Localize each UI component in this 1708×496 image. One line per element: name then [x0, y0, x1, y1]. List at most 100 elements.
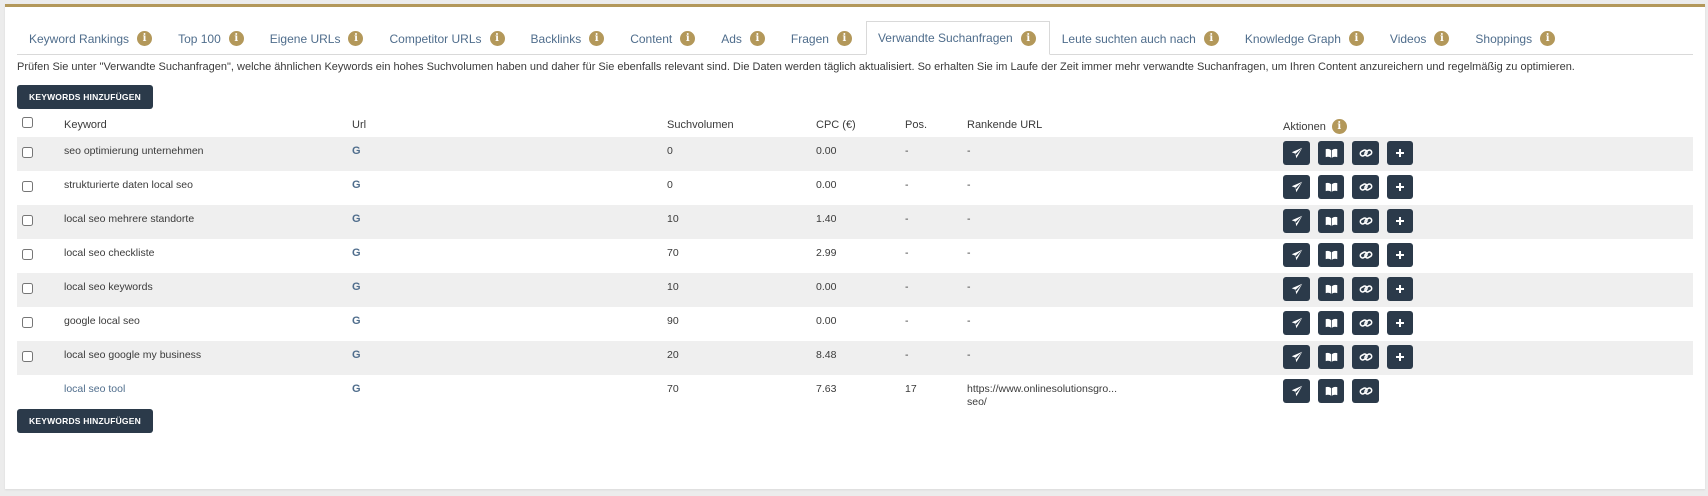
tab-knowledge-graph[interactable]: Knowledge Graph i	[1233, 21, 1378, 55]
header-url[interactable]: Url	[352, 119, 366, 131]
add-keyword-button[interactable]	[1387, 345, 1413, 369]
google-icon[interactable]: G	[352, 145, 361, 157]
pos-cell: -	[905, 179, 909, 191]
google-icon[interactable]: G	[352, 315, 361, 327]
tab-competitor-urls[interactable]: Competitor URLs i	[377, 21, 518, 55]
info-icon[interactable]: i	[1434, 31, 1450, 46]
select-all-checkbox-cell[interactable]	[22, 117, 33, 131]
google-icon[interactable]: G	[352, 247, 361, 259]
tab-backlinks[interactable]: Backlinks i	[519, 21, 619, 55]
plus-icon	[1395, 352, 1405, 362]
header-volume[interactable]: Suchvolumen	[667, 119, 734, 131]
row-checkbox-cell[interactable]	[22, 249, 33, 263]
row-checkbox[interactable]	[22, 283, 33, 294]
table-row: seo optimierung unternehmen G 0 0.00 - -	[17, 137, 1693, 171]
header-keyword[interactable]: Keyword	[64, 119, 107, 131]
link-button[interactable]	[1352, 209, 1379, 233]
row-checkbox-cell[interactable]	[22, 215, 33, 229]
row-checkbox[interactable]	[22, 249, 33, 260]
info-icon[interactable]: i	[680, 31, 696, 46]
content-button[interactable]	[1318, 345, 1344, 369]
add-keyword-button[interactable]	[1387, 175, 1413, 199]
tab-keyword-rankings[interactable]: Keyword Rankings i	[17, 21, 166, 55]
send-button[interactable]	[1283, 243, 1310, 267]
send-button[interactable]	[1283, 379, 1310, 403]
tab-shoppings[interactable]: Shoppings i	[1463, 21, 1569, 55]
content-button[interactable]	[1318, 379, 1344, 403]
row-checkbox[interactable]	[22, 215, 33, 226]
tab-fragen[interactable]: Fragen i	[779, 21, 866, 55]
link-button[interactable]	[1352, 243, 1379, 267]
google-icon[interactable]: G	[352, 213, 361, 225]
add-keyword-button[interactable]	[1387, 277, 1413, 301]
row-checkbox-cell[interactable]	[22, 147, 33, 161]
add-keyword-button[interactable]	[1387, 209, 1413, 233]
tab-videos[interactable]: Videos i	[1378, 21, 1463, 55]
content-button[interactable]	[1318, 277, 1344, 301]
info-icon[interactable]: i	[589, 31, 605, 46]
info-icon[interactable]: i	[137, 31, 153, 46]
add-keywords-button-top[interactable]: KEYWORDS HINZUFÜGEN	[17, 85, 153, 109]
info-icon[interactable]: i	[749, 31, 765, 46]
info-icon[interactable]: i	[1348, 31, 1364, 46]
link-button[interactable]	[1352, 379, 1379, 403]
content-button[interactable]	[1318, 311, 1344, 335]
info-icon[interactable]: i	[1020, 30, 1036, 46]
content-button[interactable]	[1318, 141, 1344, 165]
tab-content[interactable]: Content i	[618, 21, 709, 55]
row-checkbox[interactable]	[22, 351, 33, 362]
info-icon[interactable]: i	[1540, 31, 1556, 46]
send-button[interactable]	[1283, 141, 1310, 165]
send-button[interactable]	[1283, 175, 1310, 199]
row-checkbox-cell[interactable]	[22, 181, 33, 195]
tab-verwandte-suchanfragen[interactable]: Verwandte Suchanfragen i	[865, 21, 1050, 55]
pos-cell: -	[905, 247, 909, 259]
add-keyword-button[interactable]	[1387, 311, 1413, 335]
row-checkbox-cell[interactable]	[22, 317, 33, 331]
link-button[interactable]	[1352, 345, 1379, 369]
send-button[interactable]	[1283, 345, 1310, 369]
content-button[interactable]	[1318, 175, 1344, 199]
header-pos[interactable]: Pos.	[905, 119, 927, 131]
row-actions	[1283, 141, 1413, 165]
tab-top-100[interactable]: Top 100 i	[166, 21, 258, 55]
header-actions-label: Aktionen	[1283, 120, 1326, 133]
add-keyword-button[interactable]	[1387, 141, 1413, 165]
send-button[interactable]	[1283, 277, 1310, 301]
add-keywords-button-bottom[interactable]: KEYWORDS HINZUFÜGEN	[17, 409, 153, 433]
google-icon[interactable]: G	[352, 383, 361, 395]
row-checkbox-cell[interactable]	[22, 351, 33, 365]
row-checkbox[interactable]	[22, 317, 33, 328]
google-icon[interactable]: G	[352, 349, 361, 361]
google-icon[interactable]: G	[352, 179, 361, 191]
pos-cell: -	[905, 281, 909, 293]
info-icon[interactable]: i	[348, 31, 364, 46]
row-checkbox[interactable]	[22, 147, 33, 158]
link-button[interactable]	[1352, 141, 1379, 165]
content-button[interactable]	[1318, 243, 1344, 267]
tab-ads[interactable]: Ads i	[709, 21, 779, 55]
link-button[interactable]	[1352, 175, 1379, 199]
info-icon[interactable]: i	[228, 31, 244, 46]
info-icon[interactable]: i	[1331, 119, 1347, 134]
row-checkbox-cell[interactable]	[22, 283, 33, 297]
link-button[interactable]	[1352, 277, 1379, 301]
select-all-checkbox[interactable]	[22, 117, 33, 128]
info-icon[interactable]: i	[1203, 31, 1219, 46]
content-button[interactable]	[1318, 209, 1344, 233]
tab-leute-suchten-auch-nach[interactable]: Leute suchten auch nach i	[1050, 21, 1233, 55]
row-checkbox[interactable]	[22, 181, 33, 192]
header-ranking-url[interactable]: Rankende URL	[967, 119, 1042, 132]
send-button[interactable]	[1283, 209, 1310, 233]
ranking-url-line1: -	[967, 179, 971, 191]
google-icon[interactable]: G	[352, 281, 361, 293]
tab-label: Keyword Rankings	[29, 31, 130, 46]
tab-eigene-urls[interactable]: Eigene URLs i	[258, 21, 378, 55]
info-icon[interactable]: i	[489, 31, 505, 46]
link-button[interactable]	[1352, 311, 1379, 335]
add-keyword-button[interactable]	[1387, 243, 1413, 267]
info-icon[interactable]: i	[836, 31, 852, 46]
keyword-cell[interactable]: local seo tool	[64, 383, 125, 395]
header-cpc[interactable]: CPC (€)	[816, 119, 856, 131]
send-button[interactable]	[1283, 311, 1310, 335]
